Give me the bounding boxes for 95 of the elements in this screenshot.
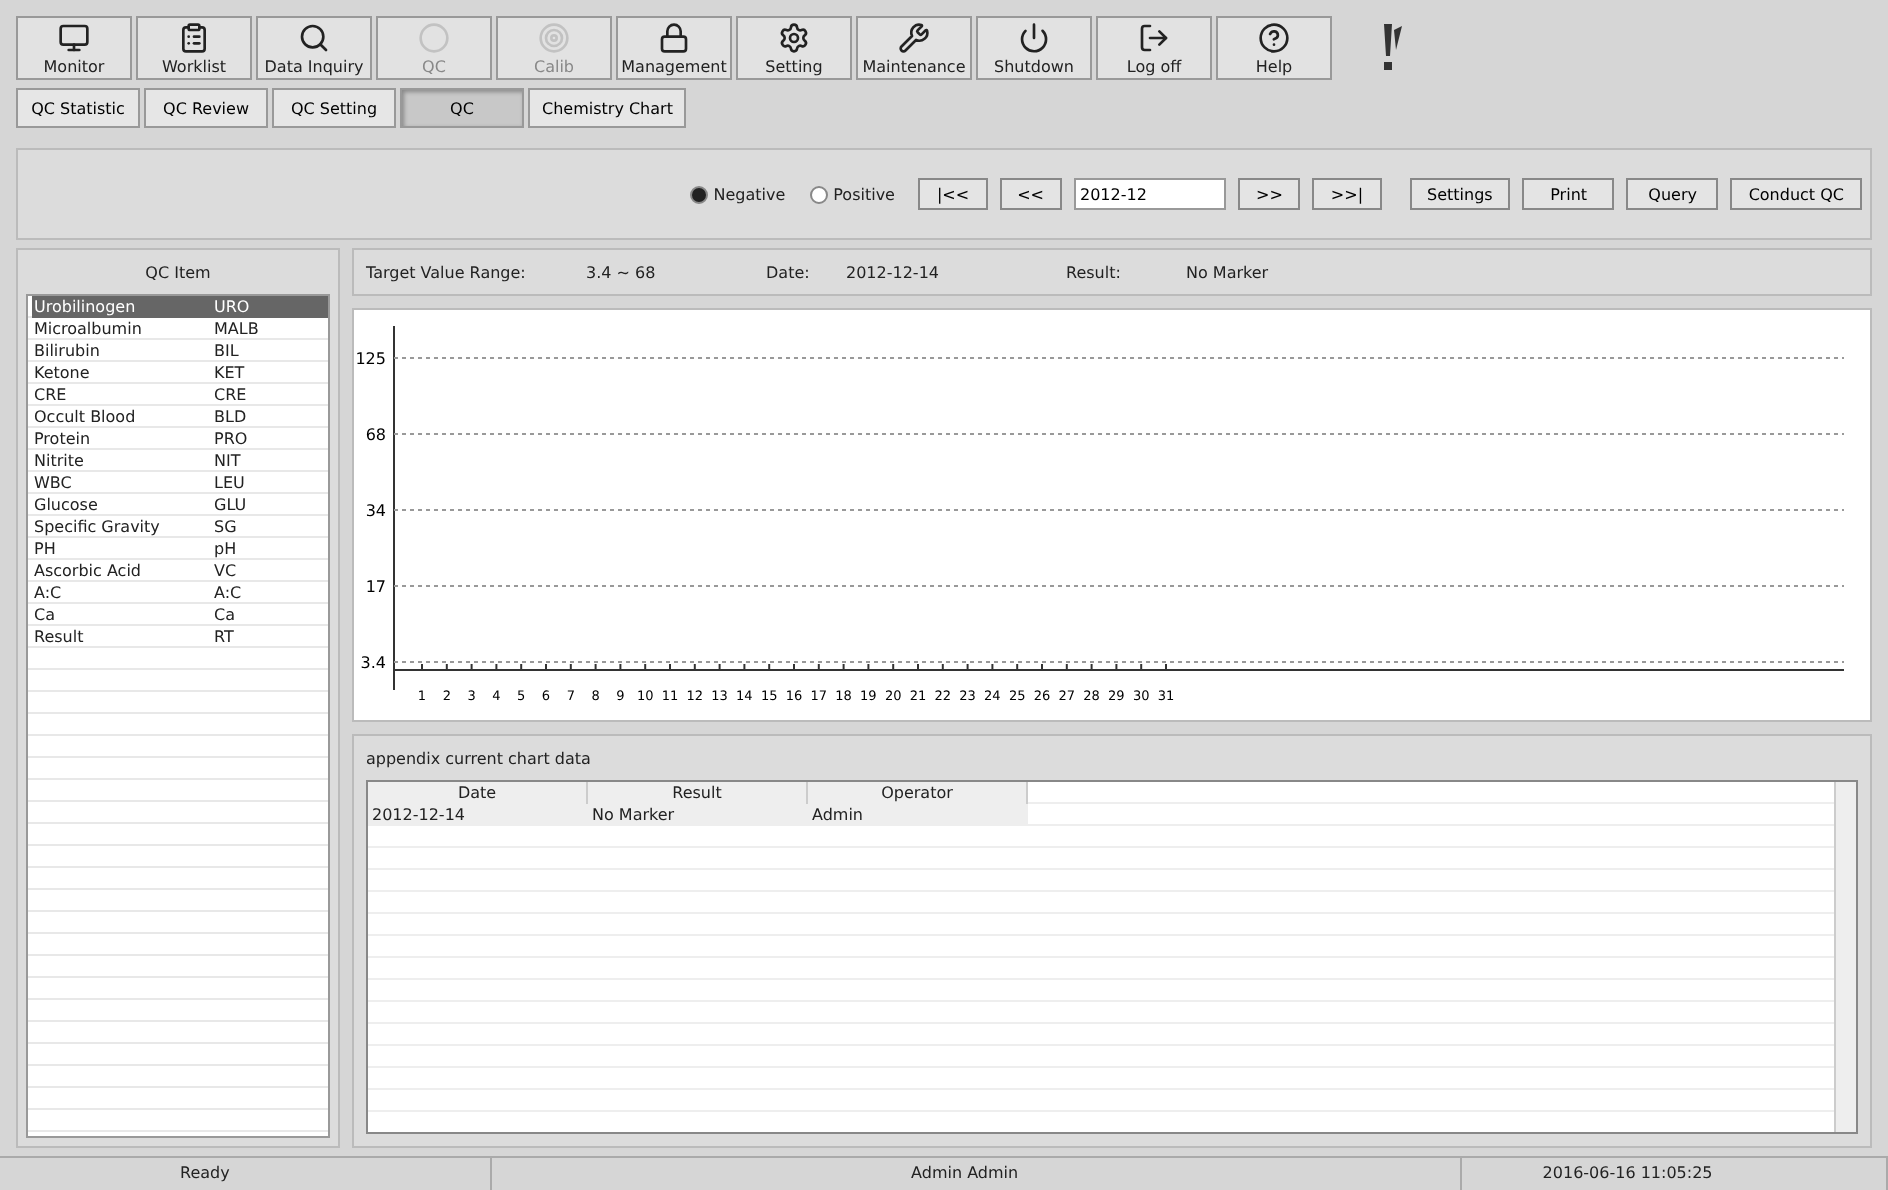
wrench-icon — [898, 22, 930, 54]
radio-dot[interactable] — [809, 185, 828, 203]
toolbar-button[interactable]: Maintenance — [856, 16, 972, 80]
item-name[interactable]: Occult Blood — [32, 406, 212, 428]
y-tick-label: 3.4 — [360, 654, 386, 672]
radio-dot[interactable] — [689, 185, 708, 203]
item-code[interactable]: CRE — [212, 384, 328, 406]
column-header: Operator — [808, 782, 1028, 804]
radio-button[interactable]: Positive — [809, 185, 895, 203]
item-code[interactable]: KET — [212, 362, 328, 384]
tab[interactable]: QC Review — [144, 88, 268, 128]
y-tick-label: 68 — [365, 426, 386, 444]
column-header: QC Item — [145, 263, 211, 281]
item-code[interactable]: pH — [212, 538, 328, 560]
action-button[interactable]: Print — [1522, 178, 1615, 210]
scrollbar[interactable] — [1834, 782, 1856, 1132]
item-name[interactable]: PH — [32, 538, 212, 560]
action-button[interactable]: Settings — [1409, 178, 1511, 210]
item-code[interactable]: NIT — [212, 450, 328, 472]
item-code[interactable]: MALB — [212, 318, 328, 340]
item-code[interactable]: Ca — [212, 604, 328, 626]
action-button[interactable]: Conduct QC — [1730, 178, 1862, 210]
y-tick-label: 17 — [365, 578, 386, 596]
toolbar-button[interactable]: Worklist — [136, 16, 252, 80]
item-code[interactable]: PRO — [212, 428, 328, 450]
tab[interactable]: QC Statistic — [16, 88, 140, 128]
logout-icon — [1138, 22, 1170, 54]
item-code[interactable]: VC — [212, 560, 328, 582]
y-tick-label: 34 — [365, 502, 386, 520]
status-text: Admin Admin — [491, 1158, 1463, 1190]
item-name[interactable]: Bilirubin — [32, 340, 212, 362]
info-value: 2012-12-14 — [846, 263, 941, 281]
toolbar-button[interactable]: Shutdown — [976, 16, 1092, 80]
column-header: Result — [588, 782, 808, 804]
last-button[interactable]: >>| — [1312, 178, 1382, 210]
panel-title: appendix current chart data — [366, 749, 591, 767]
target-icon — [538, 22, 570, 54]
search-icon — [298, 22, 330, 54]
clipboard-icon — [178, 22, 210, 54]
table-cell: Admin — [808, 804, 1028, 826]
y-tick-label: 125 — [355, 350, 386, 368]
help-icon — [1258, 22, 1290, 54]
item-name[interactable]: CRE — [32, 384, 212, 406]
item-name[interactable]: Nitrite — [32, 450, 212, 472]
radio-label: Positive — [833, 185, 895, 203]
item-code[interactable]: BIL — [212, 340, 328, 362]
item-code[interactable]: RT — [212, 626, 328, 648]
settings-icon — [778, 22, 810, 54]
item-name[interactable]: Specific Gravity — [32, 516, 212, 538]
action-button[interactable]: Query — [1626, 178, 1719, 210]
info-value: 3.4 ~ 68 — [586, 263, 658, 281]
item-code[interactable]: A:C — [212, 582, 328, 604]
lock-icon — [658, 22, 690, 54]
item-name[interactable]: Protein — [32, 428, 212, 450]
item-code[interactable]: URO — [212, 296, 328, 318]
item-name[interactable]: Ca — [32, 604, 212, 626]
table-cell: 2012-12-14 — [368, 804, 588, 826]
toolbar-button[interactable]: Management — [616, 16, 732, 80]
item-name[interactable]: Glucose — [32, 494, 212, 516]
item-name[interactable]: Microalbumin — [32, 318, 212, 340]
info-label: Date: — [766, 263, 812, 281]
status-text: Ready — [0, 1158, 492, 1190]
tab[interactable]: Chemistry Chart — [528, 88, 687, 128]
info-label: Result: — [1066, 263, 1123, 281]
toolbar-button[interactable]: Data Inquiry — [256, 16, 372, 80]
next-button[interactable]: >> — [1238, 178, 1301, 210]
radio-label: Negative — [713, 185, 786, 203]
item-name[interactable]: A:C — [32, 582, 212, 604]
toolbar-button[interactable]: Monitor — [16, 16, 132, 80]
status-text: 2016-06-16 11:05:25 — [1462, 1158, 1888, 1190]
month-field[interactable]: 2012-12 — [1074, 178, 1226, 210]
item-name[interactable]: WBC — [32, 472, 212, 494]
item-name[interactable]: Result — [32, 626, 212, 648]
circle-icon — [418, 22, 450, 54]
toolbar-button[interactable]: Help — [1216, 16, 1332, 80]
column-header: Date — [368, 782, 588, 804]
item-code[interactable]: BLD — [212, 406, 328, 428]
item-name[interactable]: Ketone — [32, 362, 212, 384]
item-code[interactable]: SG — [212, 516, 328, 538]
tab[interactable]: QC — [400, 88, 524, 128]
tab[interactable]: QC Setting — [272, 88, 396, 128]
item-name[interactable]: Urobilinogen — [32, 296, 212, 318]
info-value: No Marker — [1186, 263, 1271, 281]
info-label: Target Value Range: — [366, 263, 528, 281]
toolbar-button[interactable]: Log off — [1096, 16, 1212, 80]
radio-button[interactable]: Negative — [689, 185, 786, 203]
item-name[interactable]: Ascorbic Acid — [32, 560, 212, 582]
first-button[interactable]: |<< — [918, 178, 988, 210]
previous-button[interactable]: << — [999, 178, 1062, 210]
table-cell: No Marker — [588, 804, 808, 826]
monitor-icon — [58, 22, 90, 54]
power-icon — [1018, 22, 1050, 54]
toolbar-button[interactable]: Setting — [736, 16, 852, 80]
item-code[interactable]: LEU — [212, 472, 328, 494]
item-code[interactable]: GLU — [212, 494, 328, 516]
